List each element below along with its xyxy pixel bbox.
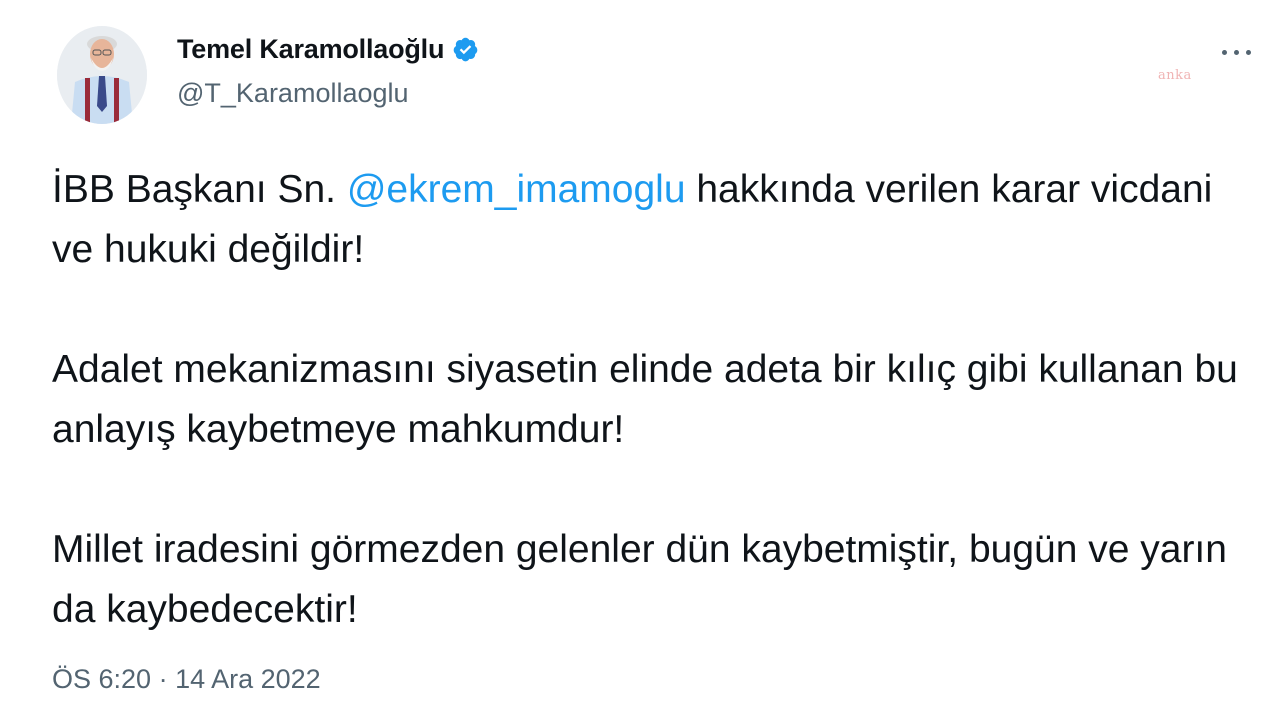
user-handle[interactable]: @T_Karamollaoglu (177, 78, 409, 109)
paragraph-text: İBB Başkanı Sn. (52, 168, 347, 211)
tweet-card: Temel Karamollaoğlu @T_Karamollaoglu ank… (0, 0, 1280, 720)
dot (1221, 49, 1227, 55)
meta-separator: · (151, 664, 176, 694)
tweet-date: 14 Ara 2022 (175, 664, 321, 694)
mention-link[interactable]: @ekrem_imamoglu (347, 168, 686, 211)
watermark: anka (1158, 68, 1192, 83)
display-name[interactable]: Temel Karamollaoğlu (177, 34, 444, 65)
avatar[interactable] (57, 26, 147, 124)
verified-badge-icon (453, 37, 478, 62)
tweet-paragraph-3: Millet iradesini görmezden gelenler dün … (52, 528, 1227, 631)
author-name-row: Temel Karamollaoğlu (177, 34, 479, 65)
tweet-paragraph-1: İBB Başkanı Sn. @ekrem_imamoglu hakkında… (52, 160, 1252, 280)
tweet-paragraph-2: Adalet mekanizmasını siyasetin elinde ad… (52, 348, 1238, 451)
dot (1245, 49, 1251, 55)
tweet-time: ÖS 6:20 (52, 664, 152, 694)
tweet-timestamp[interactable]: ÖS 6:20 · 14 Ara 2022 (52, 664, 321, 695)
dot (1233, 49, 1239, 55)
tweet-text: İBB Başkanı Sn. @ekrem_imamoglu hakkında… (52, 160, 1252, 640)
more-options-icon[interactable] (1216, 40, 1256, 64)
avatar-image (57, 26, 147, 124)
